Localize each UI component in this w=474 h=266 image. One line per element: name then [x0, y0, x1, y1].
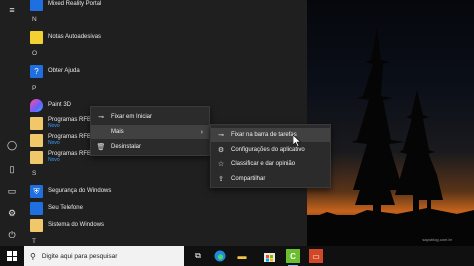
- new-badge: Novo: [48, 157, 60, 163]
- folder-icon: [30, 218, 43, 232]
- new-badge: Novo: [48, 140, 60, 146]
- section-letter-p: P: [32, 85, 37, 92]
- app-label: Paint 3D: [48, 102, 72, 108]
- star-icon: ☆: [217, 161, 225, 168]
- search-placeholder: Digite aqui para pesquisar: [41, 252, 118, 260]
- windows-logo-icon: [7, 251, 17, 261]
- app-item-mixed-reality-portal[interactable]: Mixed Reality Portal: [30, 0, 101, 13]
- section-letter-o: O: [32, 50, 38, 57]
- context-item-desinstalar[interactable]: 🗑 Desinstalar: [91, 140, 209, 154]
- app-item-seu-telefone[interactable]: Seu Telefone: [30, 199, 83, 217]
- section-letter-t: T: [32, 238, 36, 245]
- pictures-icon[interactable]: ▭: [6, 185, 18, 197]
- wallpaper-watermark: sapoblog.com.br: [422, 237, 452, 242]
- submenu-item-label: Configurações do aplicativo: [231, 147, 305, 153]
- app-label: Programas RFB Novo: [48, 151, 92, 163]
- user-account-icon[interactable]: ◯: [6, 139, 18, 151]
- app-label: Programas RFB Novo: [48, 134, 92, 146]
- context-item-fixar-em-iniciar[interactable]: ⊸ Fixar em Iniciar: [91, 110, 209, 124]
- submenu-item-compartilhar[interactable]: ⇪ Compartilhar: [211, 172, 330, 186]
- app-item-programas-rfb[interactable]: Programas RFB Novo: [30, 131, 91, 149]
- app-label: Mixed Reality Portal: [48, 1, 102, 7]
- help-icon: ?: [30, 64, 43, 78]
- submenu-item-configuracoes[interactable]: ⚙ Configurações do aplicativo: [211, 143, 330, 157]
- office-app-icon[interactable]: ▭: [309, 249, 323, 263]
- file-explorer-icon[interactable]: ▬: [235, 249, 249, 263]
- mouse-cursor-icon: [293, 135, 301, 147]
- gear-icon: ⚙: [217, 147, 225, 154]
- folder-icon: [30, 116, 43, 130]
- hamburger-menu-icon[interactable]: ≡: [6, 4, 18, 16]
- pin-icon: ⊸: [98, 114, 104, 121]
- power-icon[interactable]: ⏻: [6, 229, 18, 241]
- mixed-reality-icon: [30, 0, 43, 11]
- folder-icon: [30, 150, 43, 164]
- start-button[interactable]: [0, 246, 24, 266]
- sticky-notes-icon: [30, 30, 43, 44]
- taskbar: ⚲ Digite aqui para pesquisar ⧉ ▬ C ▭: [0, 246, 474, 266]
- app-label: Programas RFB Novo: [48, 117, 92, 129]
- submenu-item-label: Fixar na barra de tarefas: [231, 132, 297, 138]
- app-item-seguranca-do-windows[interactable]: ⛨ Segurança do Windows: [30, 182, 111, 200]
- share-icon: ⇪: [218, 176, 224, 183]
- submenu-item-label: Compartilhar: [231, 176, 266, 182]
- taskbar-search-box[interactable]: ⚲ Digite aqui para pesquisar: [24, 246, 184, 266]
- app-label: Sistema do Windows: [48, 222, 105, 228]
- camtasia-icon[interactable]: C: [286, 249, 300, 263]
- search-icon: ⚲: [30, 251, 36, 261]
- submenu-item-fixar-na-barra[interactable]: ⊸ Fixar na barra de tarefas: [211, 128, 330, 142]
- documents-icon[interactable]: ▯: [6, 163, 18, 175]
- submenu-item-classificar[interactable]: ☆ Classificar e dar opinião: [211, 157, 330, 171]
- app-item-notas-autoadesivas[interactable]: Notas Autoadesivas: [30, 28, 101, 46]
- chevron-right-icon: ›: [200, 128, 203, 136]
- new-badge: Novo: [48, 123, 60, 129]
- desktop-wallpaper: sapoblog.com.br: [307, 0, 474, 246]
- shield-icon: ⛨: [30, 184, 43, 198]
- context-item-label: Fixar em Iniciar: [111, 114, 153, 120]
- edge-browser-icon[interactable]: [213, 249, 227, 263]
- app-item-programas-rfb[interactable]: Programas RFB Novo: [30, 148, 91, 166]
- tree-silhouette-icon: [307, 28, 474, 246]
- app-label: Notas Autoadesivas: [48, 34, 102, 40]
- app-label: Obter Ajuda: [48, 68, 80, 74]
- start-left-rail: ≡ ◯ ▯ ▭ ⚙ ⏻: [0, 0, 24, 246]
- app-context-menu: ⊸ Fixar em Iniciar Mais › 🗑 Desinstalar: [90, 106, 210, 156]
- app-item-sistema-do-windows[interactable]: Sistema do Windows: [30, 216, 104, 234]
- more-submenu: ⊸ Fixar na barra de tarefas ⚙ Configuraç…: [210, 124, 331, 188]
- app-item-paint-3d[interactable]: Paint 3D: [30, 96, 71, 114]
- paint3d-icon: [30, 98, 43, 112]
- app-label: Segurança do Windows: [48, 188, 112, 194]
- app-item-programas-rfb[interactable]: Programas RFB Novo: [30, 114, 91, 132]
- store-icon[interactable]: [262, 249, 276, 263]
- trash-icon: 🗑: [96, 144, 106, 151]
- context-item-label: Mais: [111, 129, 124, 135]
- settings-gear-icon[interactable]: ⚙: [6, 207, 18, 219]
- app-item-obter-ajuda[interactable]: ? Obter Ajuda: [30, 62, 80, 80]
- section-letter-s: S: [32, 170, 37, 177]
- context-item-label: Desinstalar: [111, 144, 142, 150]
- task-view-icon[interactable]: ⧉: [191, 249, 205, 263]
- submenu-item-label: Classificar e dar opinião: [231, 161, 296, 167]
- context-item-mais[interactable]: Mais ›: [91, 125, 209, 139]
- section-letter-n: N: [32, 16, 37, 23]
- app-label: Seu Telefone: [48, 205, 83, 211]
- pin-taskbar-icon: ⊸: [218, 132, 224, 139]
- phone-icon: [30, 201, 43, 215]
- folder-icon: [30, 133, 43, 147]
